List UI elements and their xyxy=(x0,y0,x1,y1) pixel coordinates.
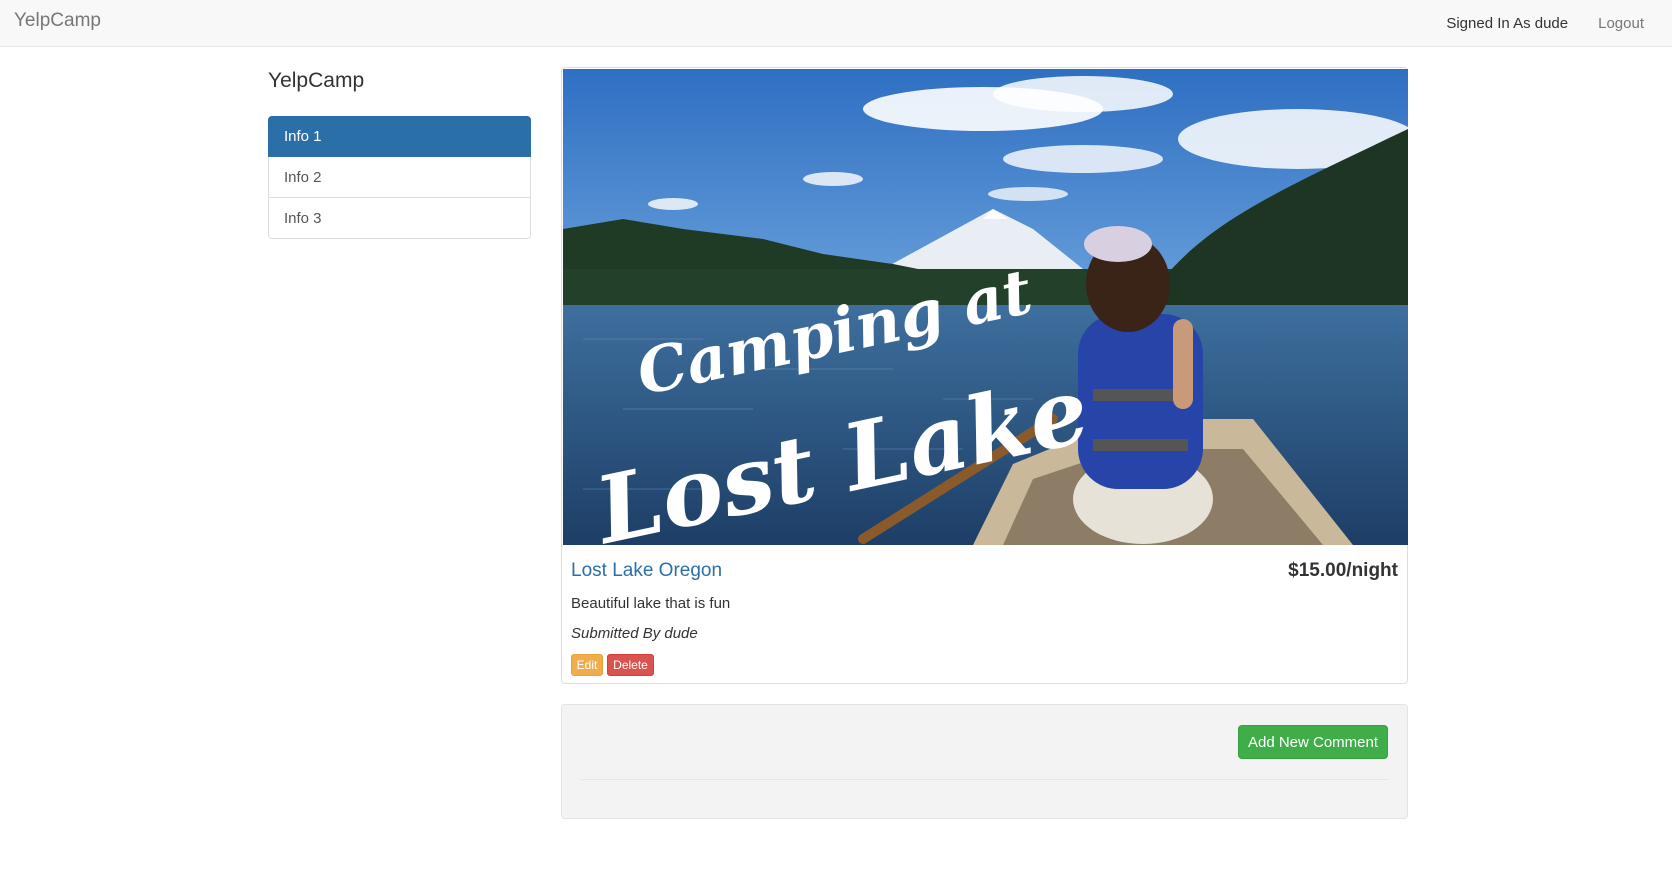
navbar-brand[interactable]: YelpCamp xyxy=(14,10,101,32)
campground-image: Camping at Lost Lake xyxy=(563,69,1408,545)
logout-link[interactable]: Logout xyxy=(1598,15,1644,32)
comments-section: Add New Comment xyxy=(561,704,1408,819)
navbar-right: Signed In As dude Logout xyxy=(1446,0,1672,47)
sidebar-item-info-1[interactable]: Info 1 xyxy=(268,116,531,157)
navbar: YelpCamp Signed In As dude Logout xyxy=(0,0,1672,47)
sidebar-title: YelpCamp xyxy=(268,69,365,92)
add-comment-button[interactable]: Add New Comment xyxy=(1238,725,1388,759)
campground-author: Submitted By dude xyxy=(571,625,698,642)
campground-name-link[interactable]: Lost Lake Oregon xyxy=(571,560,722,582)
edit-button[interactable]: Edit xyxy=(571,654,603,676)
sidebar-item-label: Info 3 xyxy=(284,209,322,227)
campground-description: Beautiful lake that is fun xyxy=(571,595,731,612)
signed-in-link[interactable]: Signed In As dude xyxy=(1446,15,1568,32)
sidebar-item-info-2[interactable]: Info 2 xyxy=(268,157,531,198)
sidebar-item-label: Info 2 xyxy=(284,168,322,186)
sidebar-item-label: Info 1 xyxy=(284,128,322,145)
delete-button[interactable]: Delete xyxy=(607,654,654,676)
sidebar-list: Info 1 Info 2 Info 3 xyxy=(268,116,531,239)
campground-price: $15.00/night xyxy=(1288,560,1398,581)
sidebar-item-info-3[interactable]: Info 3 xyxy=(268,198,531,239)
lake-photo-illustration: Camping at Lost Lake xyxy=(563,69,1408,545)
comments-divider xyxy=(581,779,1388,780)
campground-card: Camping at Lost Lake Lost Lake Oregon $1… xyxy=(561,67,1408,684)
